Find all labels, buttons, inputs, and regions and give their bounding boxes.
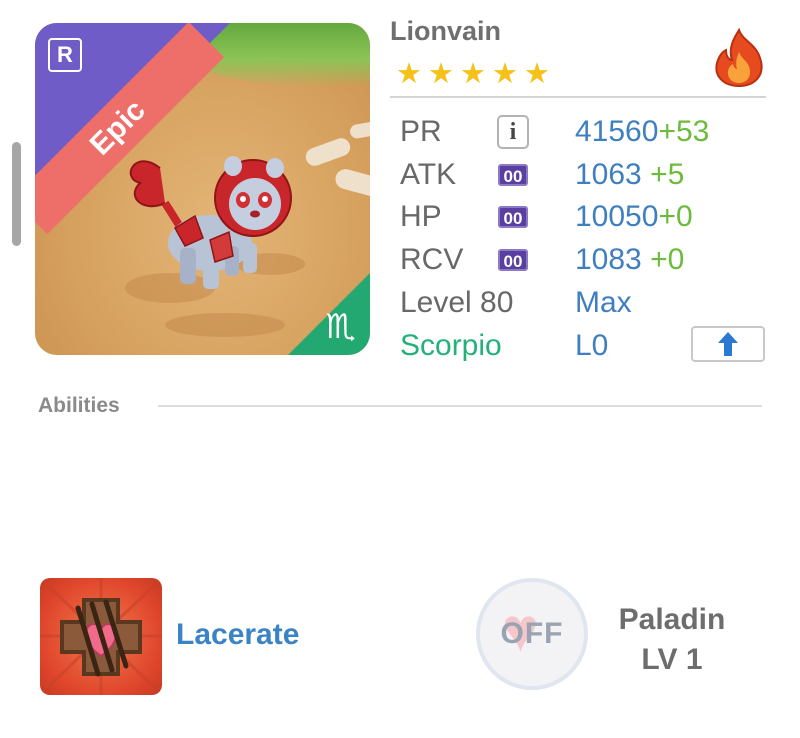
star-icon: ★ bbox=[396, 58, 422, 90]
leader-skill-icon[interactable]: ♥ OFF bbox=[476, 578, 588, 690]
leader-skill-level: LV 1 bbox=[641, 643, 703, 676]
upgrade-button[interactable] bbox=[691, 326, 765, 362]
bone-decoration bbox=[349, 120, 370, 140]
stat-base: 1083 bbox=[575, 243, 642, 276]
stat-value: 41560+53 bbox=[575, 113, 709, 151]
star-icon: ★ bbox=[492, 58, 518, 90]
plus-value-badge: 00 bbox=[498, 206, 528, 228]
lacerate-skill-icon[interactable] bbox=[40, 578, 162, 695]
level-label: Level 80 bbox=[400, 286, 514, 319]
stat-label: HP bbox=[400, 200, 442, 233]
stat-label: PR bbox=[400, 115, 442, 148]
zodiac-label: Scorpio bbox=[400, 329, 502, 362]
bone-decoration bbox=[333, 166, 370, 200]
scorpio-icon: ♏ bbox=[325, 308, 356, 346]
divider bbox=[390, 96, 766, 98]
leader-status: OFF bbox=[500, 617, 564, 650]
star-icon: ★ bbox=[524, 58, 550, 90]
stat-base: 41560 bbox=[575, 115, 659, 148]
stat-label: ATK bbox=[400, 158, 457, 191]
info-icon[interactable]: i bbox=[497, 115, 529, 149]
scrollbar[interactable] bbox=[12, 142, 21, 246]
bone-decoration bbox=[303, 135, 353, 169]
arrow-up-icon bbox=[718, 332, 738, 356]
stat-bonus: +0 bbox=[658, 200, 693, 233]
leader-skill-info[interactable]: Paladin LV 1 bbox=[616, 600, 728, 680]
star-icon: ★ bbox=[428, 58, 454, 90]
monster-name: Lionvain bbox=[390, 16, 502, 46]
ground-spot bbox=[165, 313, 285, 337]
plus-value-badge: 00 bbox=[498, 164, 528, 186]
heart-cross-icon bbox=[40, 578, 162, 695]
divider bbox=[158, 405, 762, 407]
stat-base: 1063 bbox=[575, 158, 642, 191]
stat-value: 10050+0 bbox=[575, 198, 693, 236]
stat-base: 10050 bbox=[575, 200, 659, 233]
zodiac-level: L0 bbox=[575, 329, 609, 362]
stat-bonus: +5 bbox=[650, 158, 685, 191]
rarity-badge-icon: R bbox=[48, 38, 82, 72]
star-rating: ★ ★ ★ ★ ★ bbox=[396, 57, 550, 91]
monster-portrait-card[interactable]: Epic R ♏ bbox=[35, 23, 370, 355]
rarity-letter: R bbox=[57, 42, 73, 67]
abilities-heading: Abilities bbox=[38, 394, 120, 417]
leader-skill-name: Paladin bbox=[618, 603, 726, 636]
stat-value: 1083 +0 bbox=[575, 241, 684, 279]
stat-bonus: +0 bbox=[650, 243, 685, 276]
star-icon: ★ bbox=[460, 58, 486, 90]
level-value: Max bbox=[575, 286, 632, 319]
stat-bonus: +53 bbox=[658, 115, 710, 148]
stat-label: RCV bbox=[400, 243, 464, 276]
skill-name[interactable]: Lacerate bbox=[176, 618, 299, 652]
stat-value: 1063 +5 bbox=[575, 156, 684, 194]
fire-icon bbox=[715, 28, 763, 88]
plus-value-badge: 00 bbox=[498, 249, 528, 271]
